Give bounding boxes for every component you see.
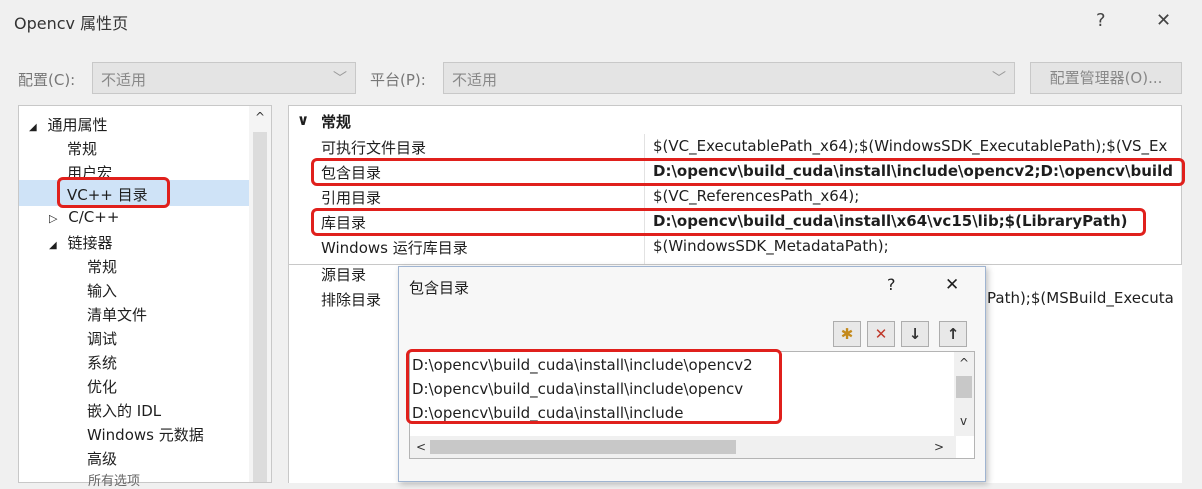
tree-item-manifest[interactable]: 清单文件 [87,304,147,325]
platform-label: 平台(P): [370,71,426,89]
highlight-box [311,158,1185,186]
scroll-up-icon[interactable]: ^ [959,356,969,370]
move-up-icon[interactable]: ↑ [939,321,967,347]
horizontal-scrollbar[interactable]: < > [410,436,956,458]
property-tree[interactable]: ◢ 通用属性 常规 用户宏 VC++ 目录 ▷ C/C++ ◢ 链接器 常规 输… [18,105,272,483]
expand-icon[interactable]: ▷ [49,212,57,225]
chevron-down-icon: ﹀ [992,71,1006,87]
scroll-thumb[interactable] [253,132,267,482]
tree-item-linker-input[interactable]: 输入 [87,280,117,301]
platform-value: 不适用 [452,71,498,89]
close-icon[interactable]: ✕ [1156,10,1171,31]
tree-item-debug[interactable]: 调试 [87,328,117,349]
collapse-icon[interactable]: ∨ [297,111,309,129]
help-button[interactable]: ? [1096,10,1106,31]
config-manager-button[interactable]: 配置管理器(O)... [1030,62,1182,94]
tree-item-general[interactable]: 常规 [67,138,97,159]
tree-item-cpp[interactable]: ▷ C/C++ [49,208,119,226]
scroll-thumb[interactable] [956,376,972,398]
expand-icon[interactable]: ◢ [49,240,57,251]
highlight-box [57,177,170,208]
overlay-text: 所有选项 [88,474,141,489]
tree-scrollbar[interactable]: ^ [249,106,271,482]
tree-item-linker-general[interactable]: 常规 [87,256,117,277]
dialog-title: 包含目录 [409,279,470,297]
config-value: 不适用 [101,71,147,89]
chevron-down-icon: ﹀ [333,71,347,87]
close-icon[interactable]: ✕ [945,275,959,295]
tree-item-optimization[interactable]: 优化 [87,376,117,397]
tree-item-system[interactable]: 系统 [87,352,117,373]
scroll-thumb[interactable] [430,440,736,454]
tree-item-embedded-idl[interactable]: 嵌入的 IDL [87,400,161,421]
tree-item-windows-metadata[interactable]: Windows 元数据 [87,424,204,445]
delete-icon[interactable]: ✕ [867,321,895,347]
highlight-box [311,208,1146,236]
scroll-right-icon[interactable]: > [934,440,944,454]
property-row[interactable]: 引用目录 $(VC_ReferencesPath_x64); [289,184,1181,209]
section-header[interactable]: ∨ 常规 [289,108,1181,133]
vertical-scrollbar[interactable]: ^ v [954,352,974,436]
scroll-left-icon[interactable]: < [416,440,426,454]
expand-icon[interactable]: ◢ [29,122,37,133]
scroll-up-icon[interactable]: ^ [255,110,265,124]
tree-item-linker[interactable]: ◢ 链接器 [49,232,113,253]
move-down-icon[interactable]: ↓ [901,321,929,347]
tree-item-common-properties[interactable]: ◢ 通用属性 [29,114,108,135]
config-label: 配置(C): [18,71,76,89]
dialog-help-button[interactable]: ? [887,275,896,294]
highlight-box [406,349,782,424]
platform-select[interactable]: 不适用 ﹀ [443,62,1015,94]
scroll-down-icon[interactable]: v [960,414,967,428]
new-line-icon[interactable]: ✱ [833,321,861,347]
tree-item-advanced[interactable]: 高级 [87,448,117,469]
property-row[interactable]: 可执行文件目录 $(VC_ExecutablePath_x64);$(Windo… [289,134,1181,159]
config-select[interactable]: 不适用 ﹀ [92,62,356,94]
property-row[interactable]: Windows 运行库目录 $(WindowsSDK_MetadataPath)… [289,234,1181,259]
window-title: Opencv 属性页 [14,14,129,33]
